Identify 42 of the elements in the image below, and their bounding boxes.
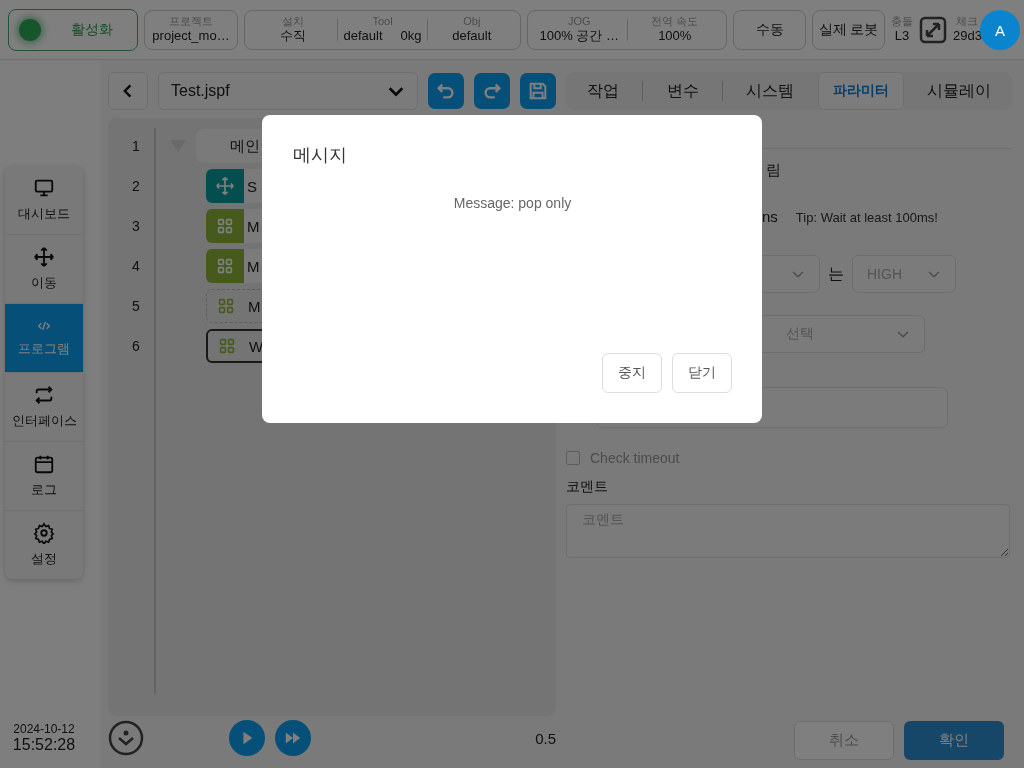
tab[interactable]: 변수	[656, 76, 709, 106]
field-value: project_mo…	[152, 28, 230, 44]
mode-button[interactable]: 실제 로봇	[812, 9, 885, 50]
line-number: 6	[131, 338, 141, 354]
line-number: 4	[131, 258, 141, 274]
unit-label: ns	[762, 208, 778, 225]
field-value: 0kg	[400, 28, 422, 44]
tab[interactable]: 파라미터	[817, 72, 904, 110]
date-text: 2024-10-12	[13, 722, 75, 736]
mode-button[interactable]: 수동	[733, 9, 806, 50]
comment-label: 코멘트	[566, 478, 608, 496]
field-value: default	[452, 28, 492, 44]
tab[interactable]: 시스템	[736, 76, 805, 106]
field-value: 100% 공간 …	[539, 28, 619, 44]
file-select[interactable]: Test.jspf	[158, 72, 418, 110]
field-value: default	[343, 28, 383, 44]
dialog-message: Message: pop only	[453, 195, 572, 211]
activate-button[interactable]: 활성화	[8, 8, 138, 51]
sidebar-item[interactable]: 로그	[5, 442, 83, 511]
dialog-button[interactable]: 중지	[602, 353, 662, 393]
confirm-button[interactable]: 확인	[904, 721, 1004, 760]
tab[interactable]: 시뮬레이	[917, 76, 1002, 106]
check-value: 29d3	[953, 28, 982, 44]
dialog-button[interactable]: 닫기	[672, 353, 732, 393]
field-value: 100%	[658, 28, 692, 44]
speed-value: 0.5	[535, 729, 556, 747]
sidebar-item[interactable]: 대시보드	[5, 166, 83, 235]
collision-value: L3	[894, 28, 910, 44]
line-number: 5	[131, 298, 141, 314]
connector-text: 는	[828, 263, 844, 284]
sidebar-item[interactable]: 설정	[5, 511, 83, 579]
section-heading: 림	[766, 161, 781, 180]
field-value: 수직	[280, 28, 307, 44]
sidebar-item[interactable]: 인터페이스	[5, 373, 83, 442]
time-text: 15:52:28	[12, 736, 76, 754]
tip-text: Tip: Wait at least 100ms!	[795, 210, 938, 225]
tab[interactable]: 작업	[576, 76, 629, 106]
sidebar-item[interactable]: 프로그램	[5, 304, 83, 373]
line-number: 3	[131, 218, 141, 234]
dialog-title: 메시지	[293, 144, 348, 167]
line-number: 2	[131, 178, 141, 194]
line-number: 1	[131, 138, 141, 154]
